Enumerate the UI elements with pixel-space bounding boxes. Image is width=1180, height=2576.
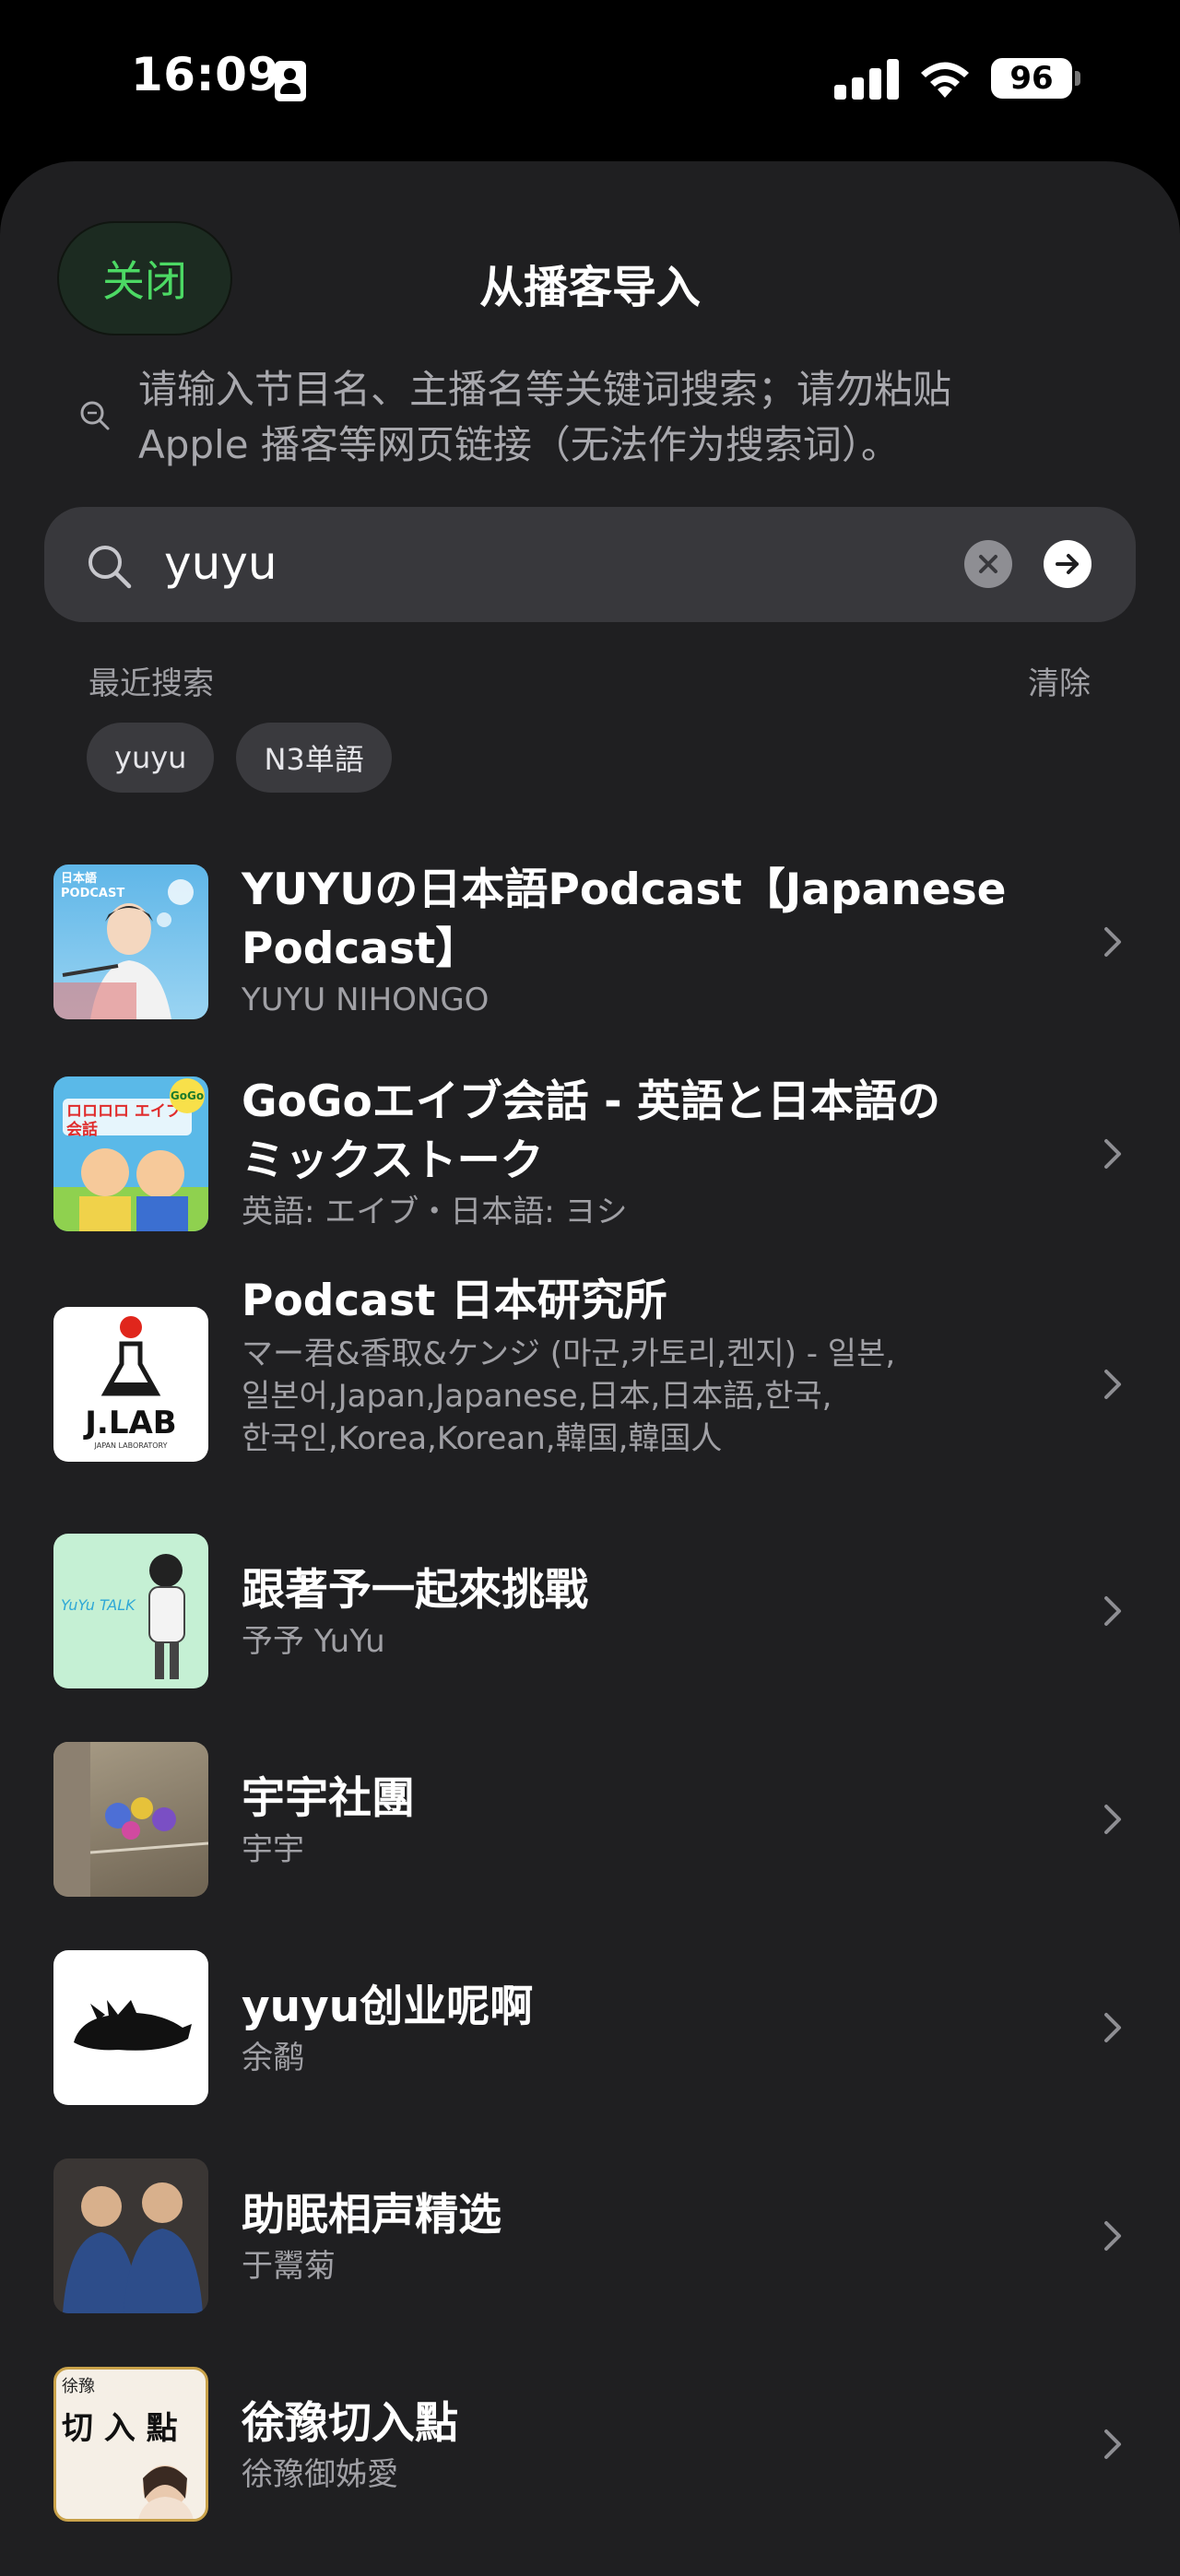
- chevron-right-icon: [1104, 2013, 1121, 2042]
- result-title: yuyu创业呢啊: [242, 1982, 534, 2032]
- result-author: 英語: エイブ・日本語: ヨシ: [242, 1194, 628, 1230]
- result-author-line-1: マー君&香取&ケンジ (마군,카토리,켄지) - 일본,: [242, 1335, 896, 1372]
- result-row[interactable]: 助眠相声精选 于鬻菊: [0, 2146, 1180, 2330]
- cover-text: ロロロロ エイブ会話: [66, 1102, 182, 1139]
- cover-text: 日本語 PODCAST: [61, 872, 125, 900]
- chevron-right-icon: [1104, 1805, 1121, 1834]
- result-title: 宇宇社團: [242, 1773, 415, 1824]
- wifi-icon: [921, 62, 969, 98]
- search-hint-icon: [80, 401, 110, 430]
- podcast-cover: [53, 1950, 208, 2105]
- result-row[interactable]: YuYu TALK 跟著予一起來挑戰 予予 YuYu: [0, 1521, 1180, 1705]
- person-badge-icon: [275, 61, 306, 101]
- result-title: Podcast 日本研究所: [242, 1276, 667, 1326]
- chevron-right-icon: [1104, 1139, 1121, 1169]
- battery-icon: 96: [991, 58, 1072, 99]
- cover-text: 徐豫: [62, 2377, 95, 2396]
- page-title: 从播客导入: [478, 262, 701, 313]
- result-author: 于鬻菊: [242, 2248, 336, 2285]
- result-title: 徐豫切入點: [242, 2398, 458, 2449]
- podcast-cover: ロロロロ エイブ会話 GoGo: [53, 1076, 208, 1231]
- podcast-cover: [53, 2158, 208, 2313]
- result-row[interactable]: yuyu创业呢啊 余鹬: [0, 1937, 1180, 2122]
- result-author: 徐豫御姊愛: [242, 2456, 398, 2493]
- submit-search-arrow-icon[interactable]: [1044, 540, 1092, 588]
- podcast-cover: YuYu TALK: [53, 1534, 208, 1688]
- result-author: マー君&香取&ケンジ (마군,카토리,켄지) - 일본, 일본어,Japan,J…: [242, 1333, 997, 1460]
- result-row[interactable]: 日本語 PODCAST YUYUの日本語Podcast【Japanese Pod…: [0, 848, 1180, 1032]
- status-bar: 16:09 96: [0, 0, 1180, 161]
- cover-text: J.LAB: [85, 1405, 177, 1441]
- result-title-line-2: ミックストーク: [242, 1135, 544, 1186]
- battery-tip: [1075, 71, 1080, 86]
- search-hint-line-1: 请输入节目名、主播名等关键词搜索；请勿粘贴: [138, 367, 952, 412]
- recent-searches-label: 最近搜索: [88, 665, 214, 702]
- result-row[interactable]: J.LAB JAPAN LABORATORY Podcast 日本研究所 マー君…: [0, 1272, 1180, 1493]
- chevron-right-icon: [1104, 927, 1121, 957]
- result-author: 余鹬: [242, 2040, 304, 2076]
- recent-chip[interactable]: N3单語: [236, 723, 392, 793]
- recent-chip[interactable]: yuyu: [87, 723, 215, 793]
- cellular-signal-icon: [834, 59, 899, 100]
- result-title: GoGoエイブ会話 - 英語と日本語の ミックストーク: [242, 1073, 1071, 1191]
- cover-badge: GoGo: [170, 1078, 205, 1113]
- chevron-right-icon: [1104, 1370, 1121, 1399]
- result-author: YUYU NIHONGO: [242, 982, 490, 1018]
- result-author-line-3: 한국인,Korea,Korean,韓国,韓国人: [242, 1420, 723, 1457]
- search-hint-text: 请输入节目名、主播名等关键词搜索；请勿粘贴 Apple 播客等网页链接（无法作为…: [138, 362, 1023, 473]
- clear-search-icon[interactable]: [964, 540, 1012, 588]
- result-title: 跟著予一起來挑戰: [242, 1565, 588, 1616]
- search-input[interactable]: yuyu: [164, 533, 277, 594]
- result-row[interactable]: ロロロロ エイブ会話 GoGo GoGoエイブ会話 - 英語と日本語の ミックス…: [0, 1060, 1180, 1244]
- result-author: 宇宇: [242, 1831, 304, 1868]
- search-hint-line-2: Apple 播客等网页链接（无法作为搜索词）。: [138, 422, 900, 467]
- status-time: 16:09: [131, 48, 280, 101]
- result-title: YUYUの日本語Podcast【Japanese Podcast】: [242, 861, 1071, 979]
- search-icon: [88, 546, 132, 589]
- result-title-line-1: GoGoエイブ会話 - 英語と日本語の: [242, 1076, 940, 1127]
- podcast-cover: 徐豫 切 入 點: [53, 2367, 208, 2522]
- cover-art-5: [53, 1742, 208, 1897]
- cover-text: YuYu TALK: [61, 1596, 136, 1614]
- result-author: 予予 YuYu: [242, 1623, 385, 1660]
- chevron-right-icon: [1104, 2221, 1121, 2251]
- result-title-line-2: Podcast】: [242, 923, 479, 974]
- result-title: 助眠相声精选: [242, 2190, 502, 2241]
- cover-title-text: 切 入 點: [62, 2410, 178, 2447]
- result-title-line-1: YUYUの日本語Podcast【Japanese: [242, 865, 1007, 915]
- podcast-cover: J.LAB JAPAN LABORATORY: [53, 1307, 208, 1462]
- search-bar[interactable]: yuyu: [44, 507, 1136, 622]
- cover-art-6: [74, 2000, 192, 2051]
- podcast-cover: [53, 1742, 208, 1897]
- clear-recent-button[interactable]: 清除: [1028, 658, 1091, 703]
- result-row[interactable]: 宇宇社團 宇宇: [0, 1729, 1180, 1913]
- podcast-cover: 日本語 PODCAST: [53, 865, 208, 1019]
- chevron-right-icon: [1104, 2429, 1121, 2459]
- result-author-line-2: 일본어,Japan,Japanese,日本,日本語,한국,: [242, 1378, 832, 1415]
- recent-search-chips: yuyu N3单語: [87, 723, 392, 793]
- result-row[interactable]: 徐豫 切 入 點 徐豫切入點 徐豫御姊愛: [0, 2354, 1180, 2538]
- cover-subtext: JAPAN LABORATORY: [94, 1441, 168, 1450]
- chevron-right-icon: [1104, 1596, 1121, 1626]
- cover-art-7: [53, 2158, 208, 2313]
